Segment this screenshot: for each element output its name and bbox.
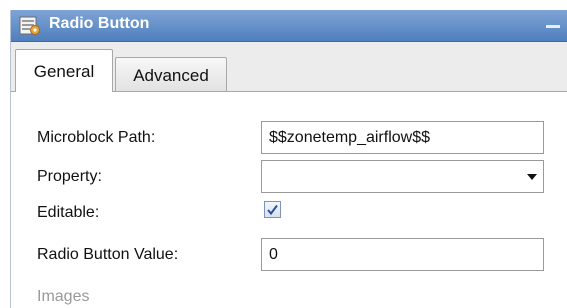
- editable-checkbox[interactable]: [264, 201, 281, 218]
- panel-title: Radio Button: [49, 15, 150, 32]
- tab-advanced-label: Advanced: [133, 66, 209, 85]
- tab-general[interactable]: General: [15, 49, 113, 93]
- minimize-icon[interactable]: [545, 22, 561, 30]
- property-dropdown[interactable]: [261, 160, 544, 193]
- tab-general-label: General: [33, 62, 95, 81]
- checkmark-icon: [267, 204, 278, 216]
- panel-titlebar: Radio Button: [11, 10, 567, 42]
- editable-label: Editable:: [37, 204, 100, 221]
- property-label: Property:: [37, 168, 102, 185]
- images-section-label: Images: [37, 288, 90, 305]
- tab-advanced[interactable]: Advanced: [115, 57, 227, 92]
- radio-button-properties-panel: Radio Button General Advanced Microblock…: [10, 10, 567, 308]
- chevron-down-icon[interactable]: [527, 174, 537, 180]
- microblock-path-label: Microblock Path:: [37, 129, 156, 146]
- form-properties-icon: [19, 16, 41, 36]
- radio-button-value-field[interactable]: [261, 238, 544, 271]
- microblock-path-field[interactable]: [261, 121, 544, 154]
- radio-button-value-label: Radio Button Value:: [37, 246, 179, 263]
